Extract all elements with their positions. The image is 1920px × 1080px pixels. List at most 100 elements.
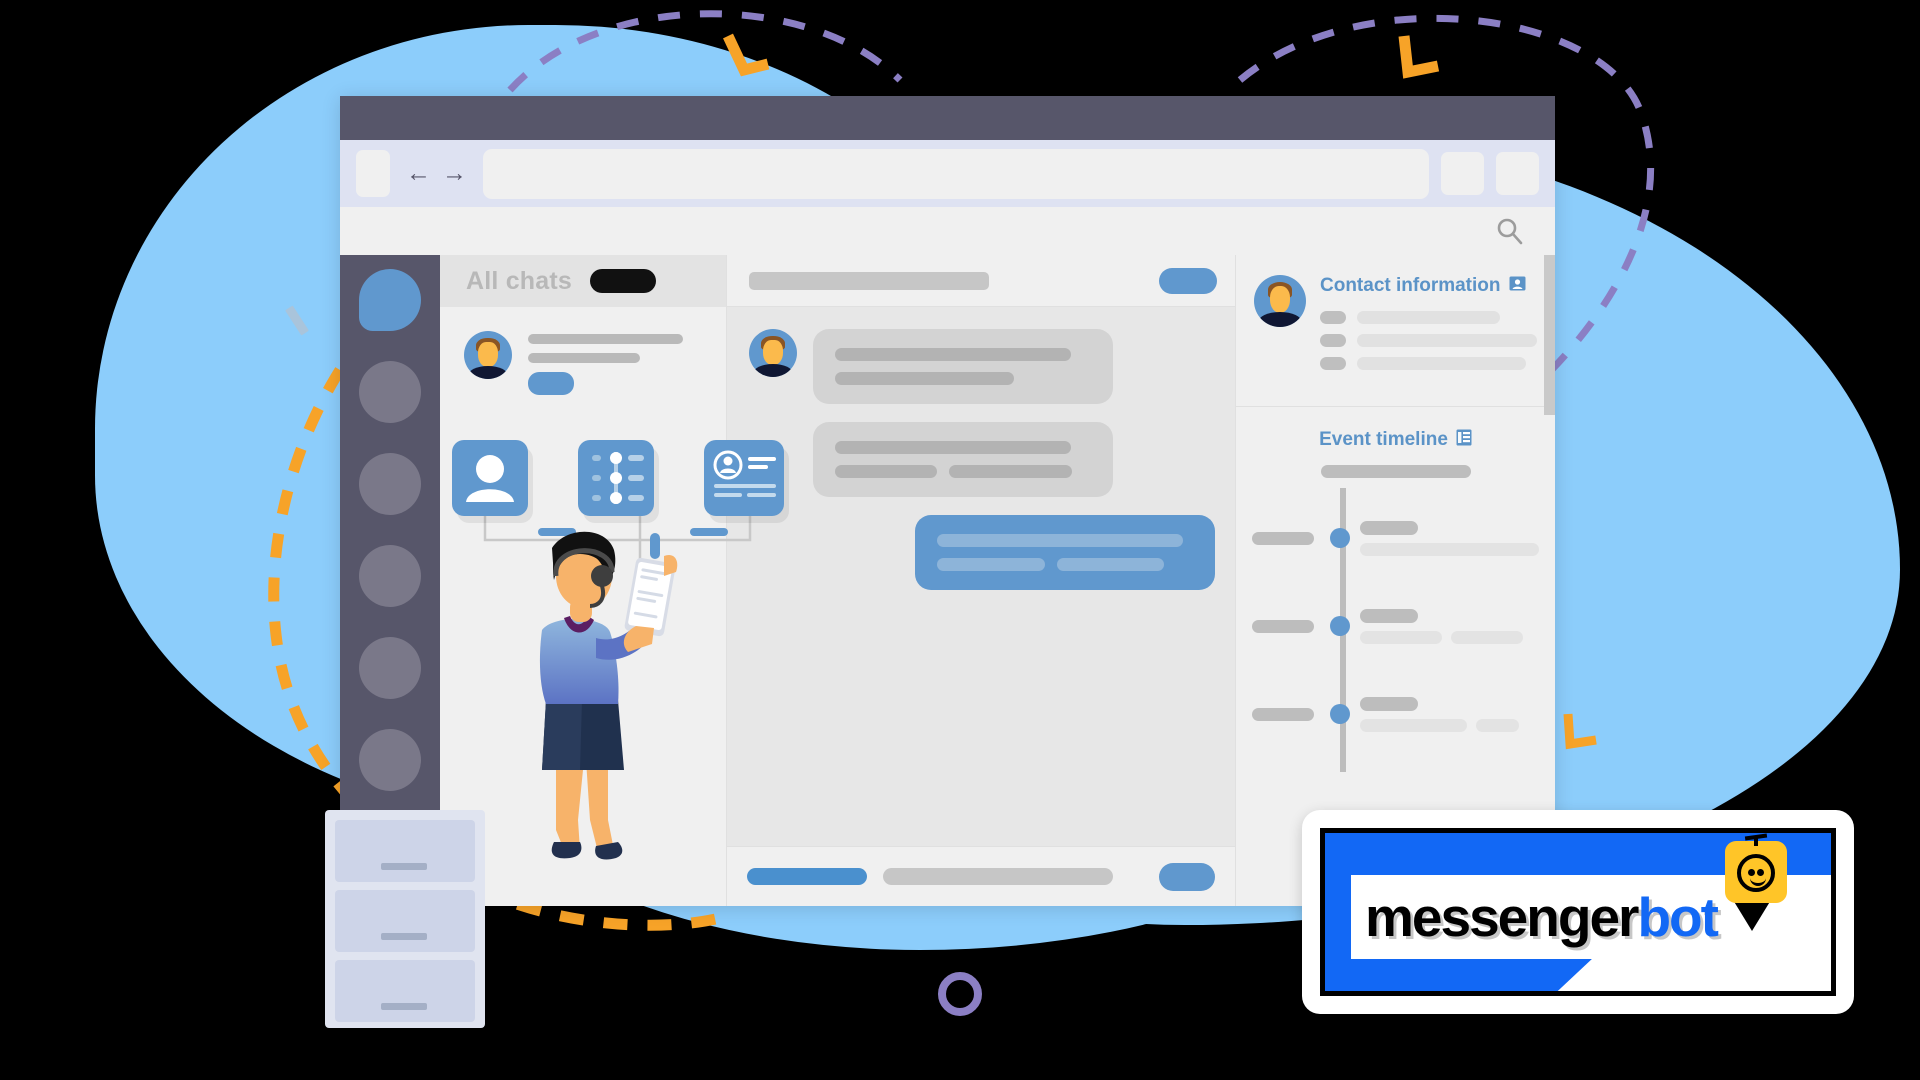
filing-cabinet-illustration — [325, 810, 485, 1028]
address-input[interactable] — [483, 148, 1429, 199]
composer-tab[interactable] — [747, 868, 867, 885]
support-agent-illustration — [539, 531, 678, 860]
timeline-event-time — [1252, 531, 1314, 545]
timeline-steps-icon — [592, 452, 644, 504]
avatar — [1254, 275, 1306, 327]
contact-field-key — [1320, 357, 1346, 370]
avatar — [749, 329, 797, 377]
timeline-event-time — [1252, 619, 1314, 633]
timeline-dot-icon — [1330, 616, 1350, 636]
chat-list-item[interactable] — [440, 307, 726, 395]
timeline-event-heading — [1360, 608, 1418, 623]
chat-name-placeholder — [528, 334, 683, 344]
feature-card-contact[interactable] — [704, 440, 784, 516]
contact-field-row — [1320, 311, 1537, 324]
contact-field-value — [1357, 311, 1501, 324]
sidebar-rail — [340, 255, 440, 906]
contact-details-panel: Contact information Event timeline — [1235, 255, 1555, 906]
purple-ring-decoration — [938, 972, 982, 1016]
logo-word-messenger: messenger — [1365, 886, 1639, 948]
timeline-event-detail — [1360, 718, 1468, 732]
tab-button[interactable] — [356, 150, 390, 197]
event-timeline-title: Event timeline — [1252, 429, 1539, 451]
contact-field-row — [1320, 334, 1537, 347]
message-input[interactable] — [883, 868, 1113, 885]
contact-field-key — [1320, 334, 1346, 347]
contact-information-label: Contact information — [1320, 275, 1501, 296]
illustration-canvas: ← → All chats Contact information Event … — [0, 0, 1920, 1080]
back-icon[interactable]: ← — [406, 161, 431, 186]
timeline-event-detail — [1451, 630, 1523, 644]
user-avatar-icon — [466, 455, 514, 502]
timeline-event — [1252, 582, 1539, 670]
contact-field-key — [1320, 311, 1346, 324]
feature-card-timeline[interactable] — [578, 440, 654, 516]
message-row-outgoing — [749, 515, 1215, 590]
drawer-handle — [381, 1003, 427, 1010]
sidebar-item-contacts[interactable] — [359, 361, 421, 423]
cabinet-drawer — [335, 820, 475, 882]
contact-details-icon — [713, 450, 776, 497]
contact-information-title: Contact information — [1320, 275, 1537, 297]
message-list — [727, 307, 1235, 846]
sidebar-item-chats[interactable] — [359, 269, 421, 331]
timeline-dot-icon — [1330, 704, 1350, 724]
cabinet-drawer — [335, 960, 475, 1022]
contact-field-value — [1357, 334, 1537, 347]
drawer-handle — [381, 933, 427, 940]
feature-card-profile[interactable] — [452, 440, 528, 516]
timeline-event-heading — [1360, 520, 1418, 535]
browser-button-2[interactable] — [1496, 152, 1539, 195]
avatar — [464, 331, 512, 379]
timeline-event-time — [1252, 707, 1314, 721]
message-bubble-outgoing — [915, 515, 1215, 590]
search-icon[interactable] — [1495, 216, 1525, 246]
logo-word-bot: bot — [1637, 886, 1719, 948]
chat-list-header: All chats — [440, 255, 726, 307]
timeline-event — [1252, 670, 1539, 758]
message-bubble-incoming — [813, 422, 1113, 497]
timeline-list-icon — [1456, 429, 1472, 451]
timeline-track — [1252, 488, 1539, 772]
conversation-panel — [727, 255, 1235, 906]
timeline-summary-bar — [1320, 465, 1471, 478]
scrollbar[interactable] — [1544, 255, 1555, 415]
browser-url-bar: ← → — [340, 140, 1555, 207]
chat-filter-badge[interactable] — [590, 269, 656, 293]
contact-card-icon — [1509, 275, 1526, 297]
sidebar-item-settings[interactable] — [359, 729, 421, 791]
messengerbot-logo-card: messengerbot — [1302, 810, 1854, 1014]
chat-preview-placeholder — [528, 353, 640, 363]
all-chats-title: All chats — [466, 266, 572, 295]
logo-frame: messengerbot — [1320, 828, 1836, 996]
sidebar-item-reports[interactable] — [359, 637, 421, 699]
forward-icon[interactable]: → — [442, 161, 467, 186]
logo-wordmark: messengerbot — [1365, 881, 1719, 953]
contact-field-row — [1320, 357, 1537, 370]
cabinet-drawer — [335, 890, 475, 952]
send-button[interactable] — [1159, 862, 1215, 891]
contact-information-section: Contact information — [1236, 255, 1555, 407]
conversation-action-button[interactable] — [1159, 267, 1217, 294]
app-toolbar — [340, 207, 1555, 255]
sidebar-item-campaigns[interactable] — [359, 453, 421, 515]
conversation-title-placeholder — [749, 271, 989, 290]
timeline-event-heading — [1360, 696, 1418, 711]
timeline-event-detail — [1360, 630, 1443, 644]
conversation-header — [727, 255, 1235, 307]
chat-status-badge — [528, 372, 574, 395]
timeline-dot-icon — [1330, 528, 1350, 548]
contact-field-value — [1357, 357, 1527, 370]
event-timeline-label: Event timeline — [1319, 429, 1448, 450]
message-composer — [727, 846, 1235, 906]
message-bubble-incoming — [813, 329, 1113, 404]
drawer-handle — [381, 863, 427, 870]
timeline-event-detail — [1360, 542, 1539, 556]
message-row-incoming — [749, 329, 1215, 404]
window-titlebar — [340, 96, 1555, 140]
timeline-event-detail — [1476, 718, 1520, 732]
orange-bracket-icon-2 — [1398, 35, 1440, 79]
sidebar-item-automation[interactable] — [359, 545, 421, 607]
browser-button-1[interactable] — [1441, 152, 1484, 195]
robot-mascot-icon — [1725, 833, 1787, 903]
